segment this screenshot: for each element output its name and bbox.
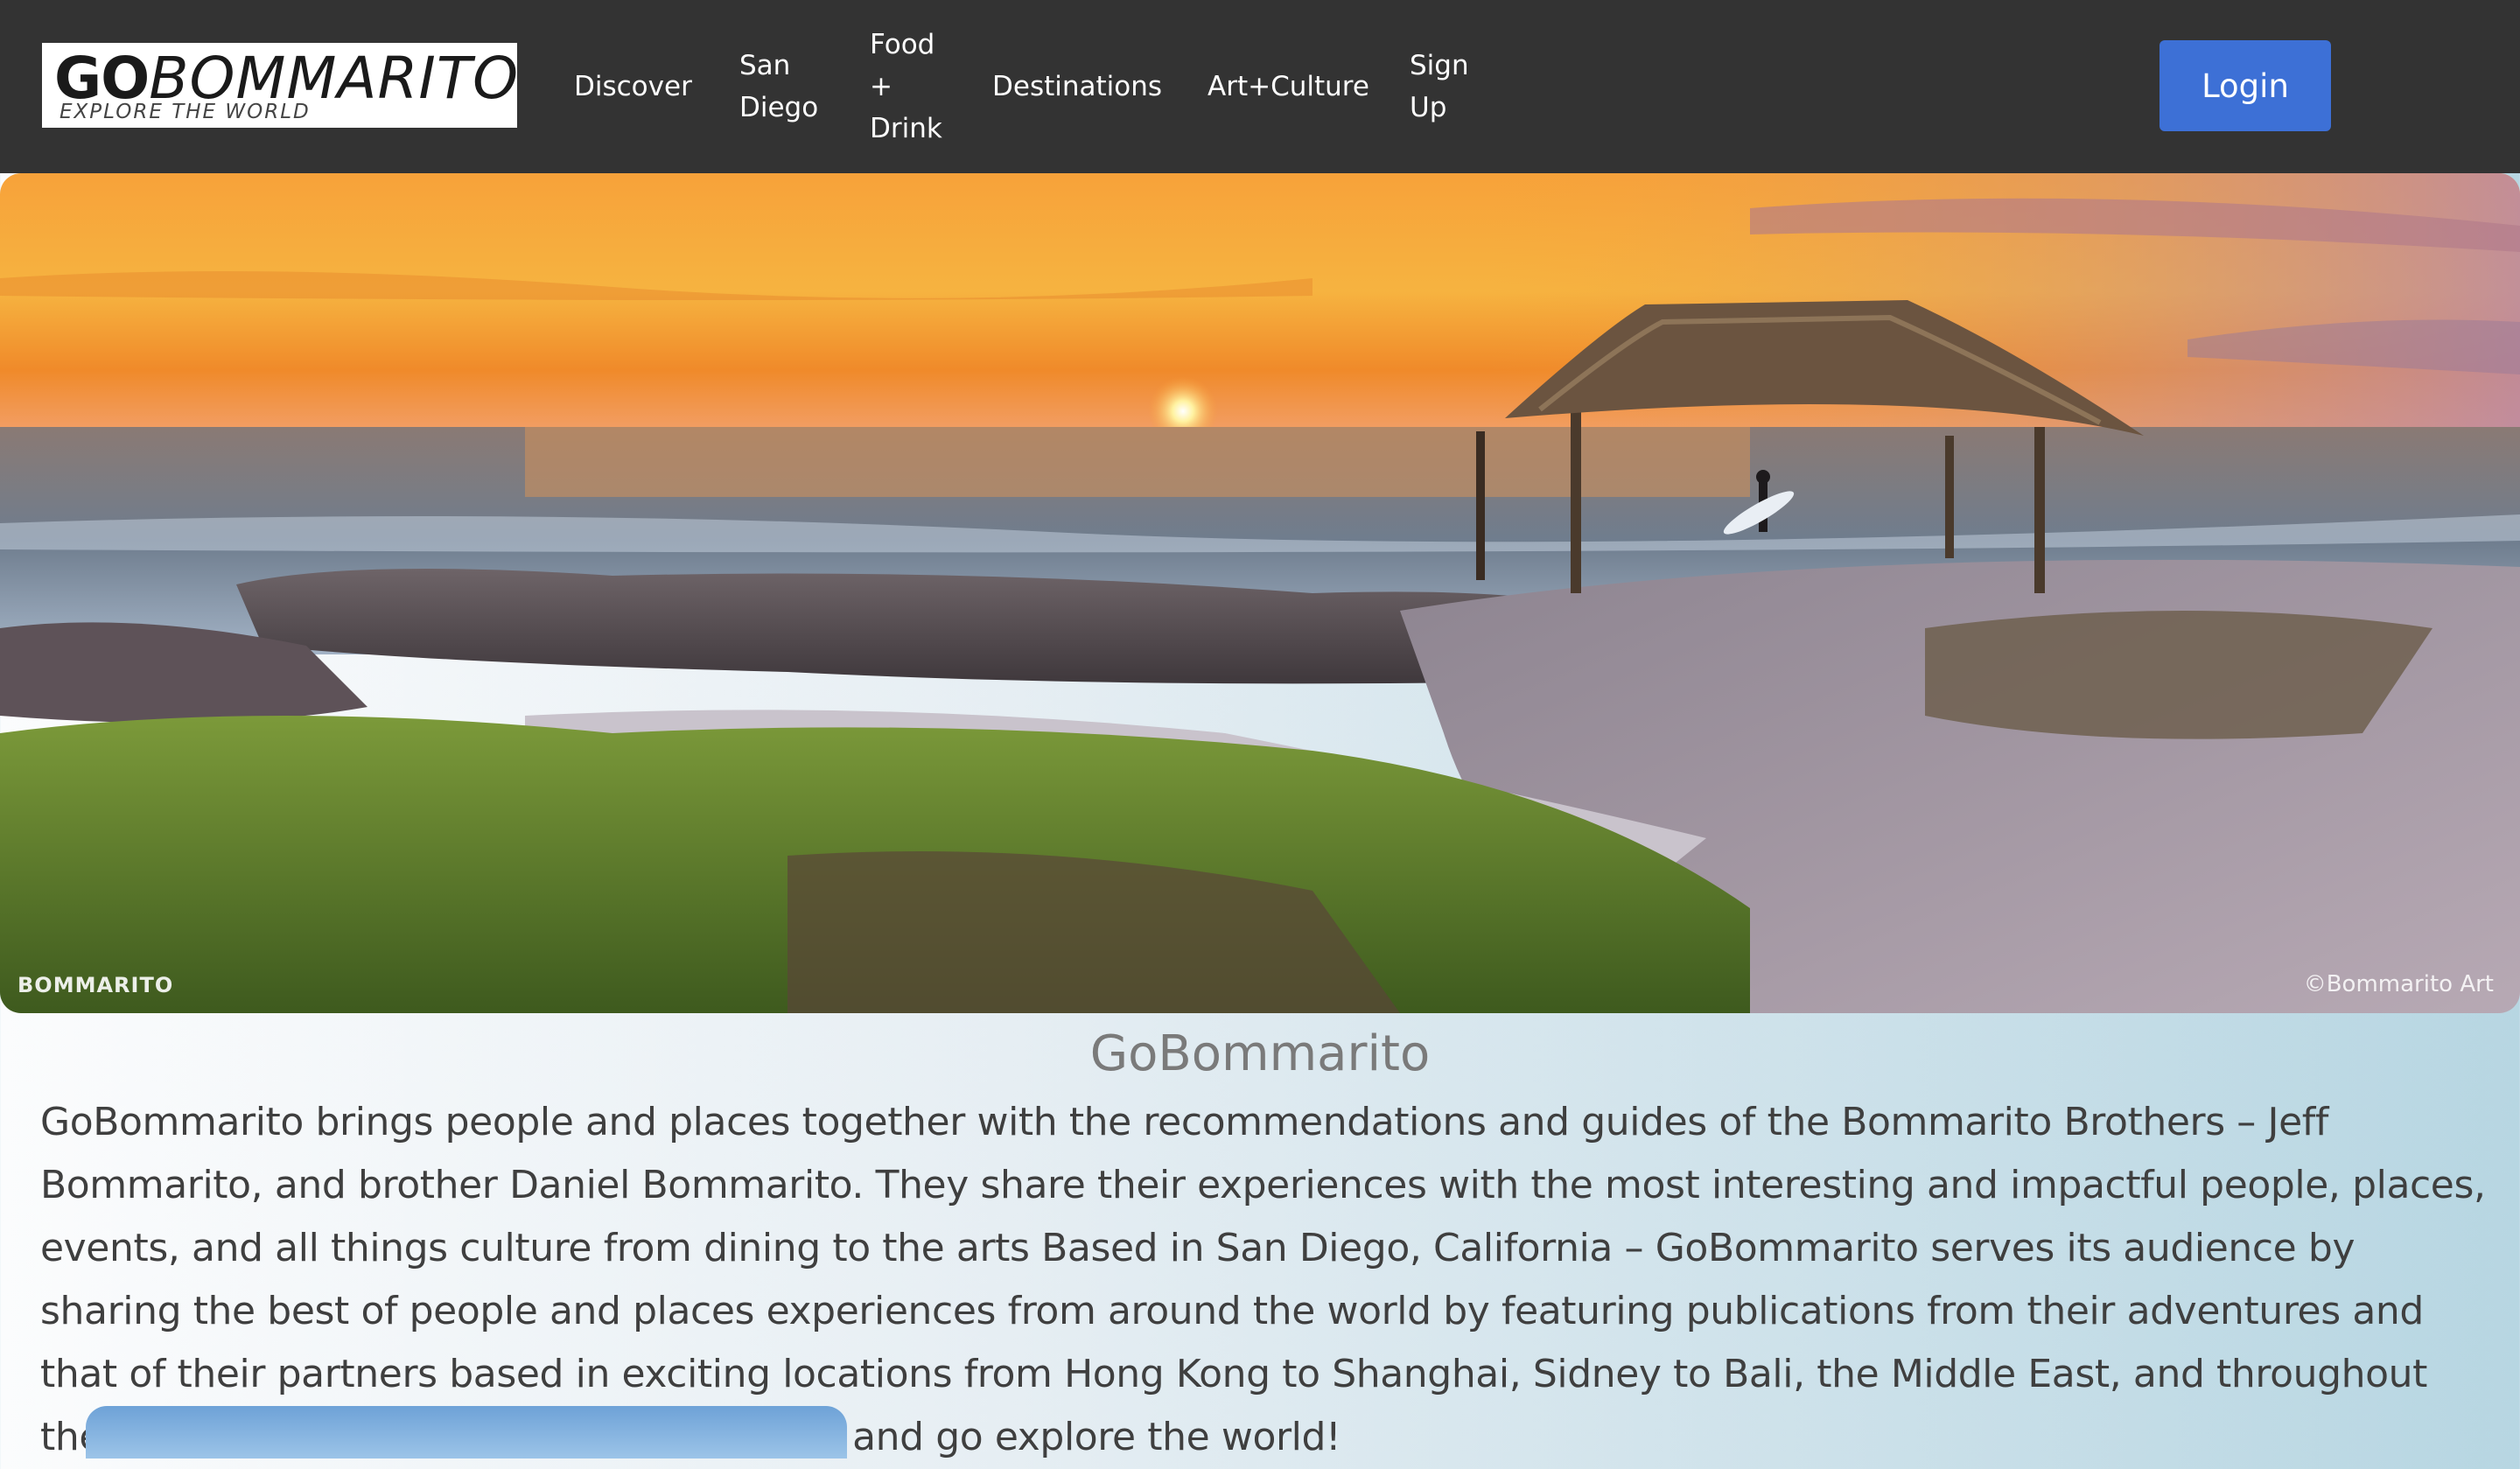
- nav-link-art-culture[interactable]: Art+Culture: [1208, 66, 1369, 108]
- featured-card-image[interactable]: [86, 1406, 847, 1459]
- hero-watermark-right: ©Bommarito Art: [2303, 971, 2494, 997]
- hero-watermark-left: BOMMARITO: [18, 973, 174, 997]
- sunset-beach-hut-illustration: [0, 173, 2520, 1013]
- site-logo[interactable]: GOBOMMARITO EXPLORE THE WORLD: [42, 43, 518, 128]
- logo-tagline: EXPLORE THE WORLD: [60, 101, 311, 123]
- hero-banner-image: BOMMARITO ©Bommarito Art: [0, 173, 2520, 1013]
- login-button[interactable]: Login: [2160, 40, 2331, 131]
- top-navbar: GOBOMMARITO EXPLORE THE WORLD Discover S…: [0, 0, 2520, 173]
- nav-link-destinations[interactable]: Destinations: [992, 66, 1162, 108]
- nav-link-san-diego[interactable]: San Diego: [739, 45, 818, 129]
- nav-link-discover[interactable]: Discover: [574, 66, 692, 108]
- nav-link-sign-up[interactable]: Sign Up: [1410, 45, 1469, 129]
- nav-link-food-drink[interactable]: Food + Drink: [870, 24, 942, 150]
- about-title: GoBommarito: [1089, 1025, 1431, 1082]
